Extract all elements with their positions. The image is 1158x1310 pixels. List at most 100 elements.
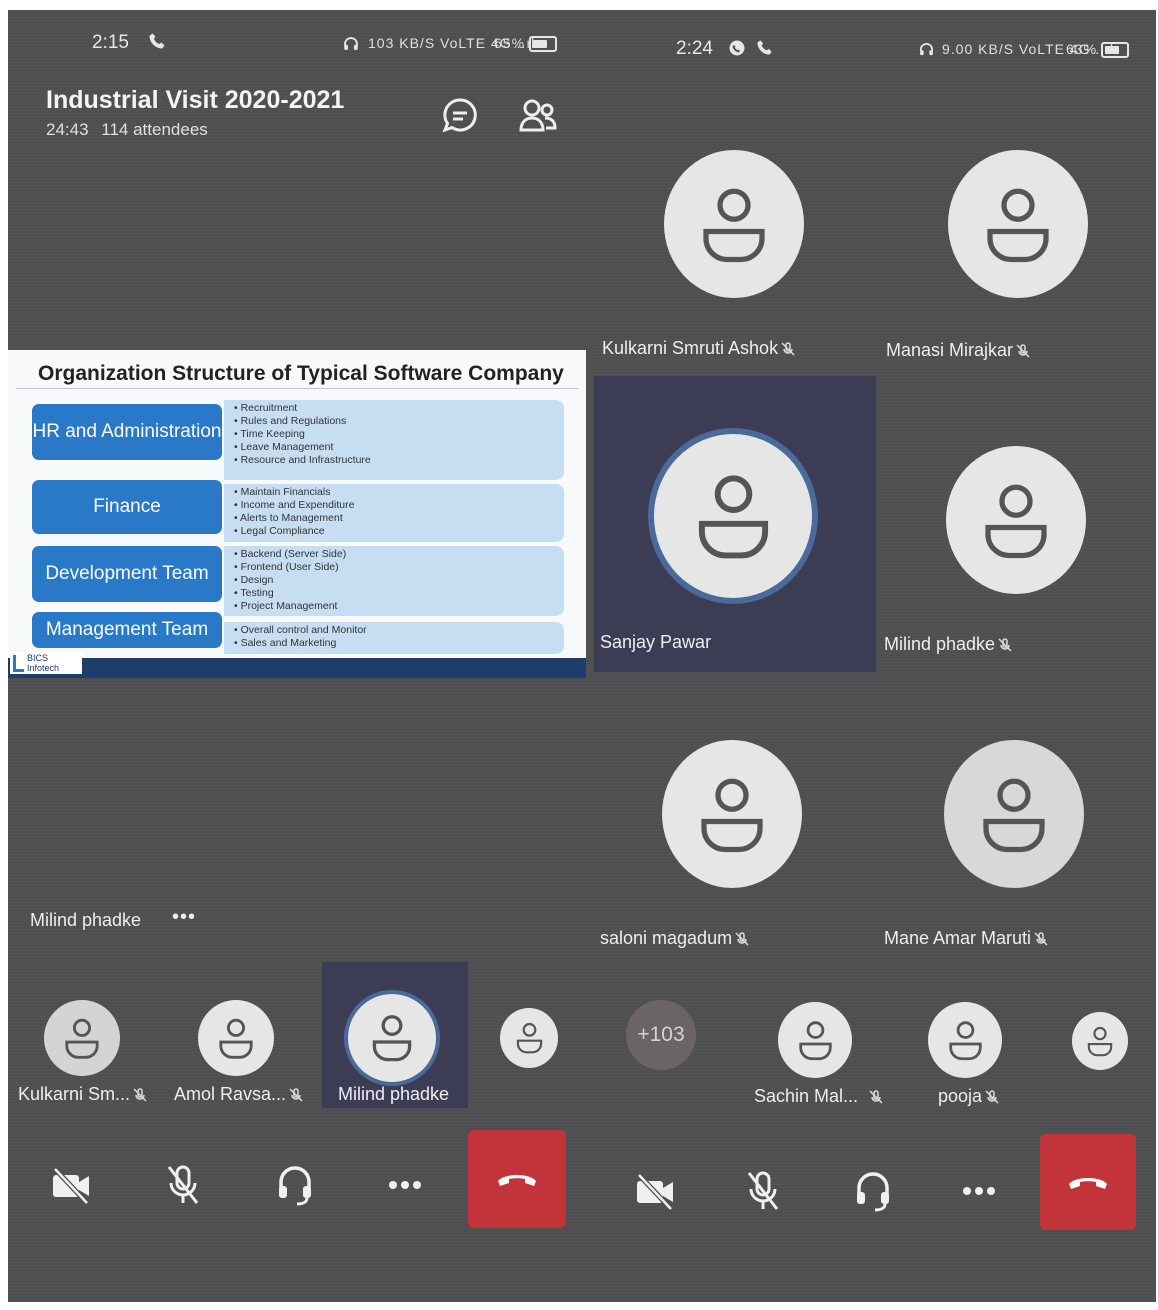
- participant-name-text: Mane Amar Maruti: [884, 928, 1032, 948]
- participant-name-text: saloni magadum: [600, 928, 733, 948]
- strip-name-text: Kulkarni Sm...: [18, 1084, 131, 1104]
- strip-name: Milind phadke: [338, 1084, 449, 1105]
- avatar[interactable]: [944, 740, 1084, 888]
- slide-footer-bar: [8, 658, 586, 678]
- person-icon: [701, 778, 763, 852]
- mic-off-icon: [998, 638, 1012, 652]
- whatsapp-icon: [728, 39, 746, 62]
- end-call-button[interactable]: [468, 1130, 566, 1228]
- avatar[interactable]: [778, 1002, 852, 1078]
- person-icon: [219, 1018, 253, 1059]
- dept-items-finance: Maintain Financials Income and Expenditu…: [224, 484, 564, 542]
- camera-off-button[interactable]: [46, 1160, 96, 1210]
- strip-name-text: Amol Ravsa...: [174, 1084, 287, 1104]
- avatar[interactable]: [948, 150, 1088, 298]
- dept-item: Backend (Server Side): [234, 548, 564, 561]
- audio-device-button-right[interactable]: [848, 1166, 898, 1216]
- battery-icon: [529, 36, 558, 53]
- headset-icon: [342, 35, 360, 58]
- dept-box-finance: Finance: [32, 480, 222, 534]
- mic-off-button-right[interactable]: [738, 1166, 788, 1216]
- end-call-button-right[interactable]: [1040, 1134, 1136, 1230]
- mic-off-icon: [735, 932, 749, 946]
- status-time: 2:15: [92, 32, 129, 53]
- person-icon: [987, 188, 1049, 262]
- strip-name: pooja: [938, 1086, 1000, 1107]
- camera-off-icon: [53, 1167, 89, 1205]
- dept-item: Legal Compliance: [234, 525, 564, 538]
- participant-name: Milind phadke: [884, 634, 1013, 655]
- avatar[interactable]: [664, 150, 804, 298]
- more-options-button-right[interactable]: [954, 1166, 1004, 1216]
- dept-item: Maintain Financials: [234, 486, 564, 499]
- camera-off-button-right[interactable]: [630, 1166, 680, 1216]
- logo-mark-icon: [13, 654, 24, 672]
- person-icon: [703, 188, 765, 262]
- participant-name-text: Manasi Mirajkar: [886, 340, 1014, 360]
- avatar[interactable]: [1072, 1012, 1128, 1070]
- avatar[interactable]: [662, 740, 802, 888]
- status-battery-percent-right: 63%: [1066, 41, 1098, 57]
- status-battery-percent: 65%: [494, 35, 526, 51]
- dept-item: Project Management: [234, 600, 564, 613]
- shared-screen-slide: Organization Structure of Typical Softwa…: [8, 350, 586, 678]
- phone-icon-right: [756, 39, 773, 61]
- camera-off-icon: [637, 1173, 673, 1211]
- audio-device-button[interactable]: [270, 1160, 320, 1210]
- avatar[interactable]: [946, 446, 1086, 594]
- avatar[interactable]: [928, 1002, 1002, 1078]
- person-icon: [983, 778, 1045, 852]
- strip-name-text: pooja: [938, 1086, 983, 1106]
- meeting-meta: 24:43 114 attendees: [46, 120, 208, 140]
- dept-item: Resource and Infrastructure: [234, 454, 564, 467]
- avatar[interactable]: [44, 1000, 120, 1076]
- presenter-more-icon[interactable]: •••: [172, 906, 196, 929]
- more-icon: [389, 1181, 421, 1189]
- presenter-name: Milind phadke: [30, 910, 142, 930]
- meeting-duration: 24:43: [46, 120, 89, 139]
- overflow-participants-button[interactable]: +103: [626, 1000, 696, 1070]
- avatar[interactable]: [198, 1000, 274, 1076]
- status-time-right: 2:24: [676, 38, 713, 59]
- person-icon: [372, 1015, 412, 1062]
- mic-off-icon: [869, 1090, 883, 1104]
- avatar[interactable]: [348, 994, 436, 1082]
- more-options-button[interactable]: [380, 1160, 430, 1210]
- dept-item: Recruitment: [234, 402, 564, 415]
- dept-item: Frontend (User Side): [234, 561, 564, 574]
- person-icon: [516, 1023, 542, 1054]
- headset-icon: [279, 1166, 311, 1206]
- meeting-attendees: 114 attendees: [101, 120, 208, 139]
- mic-off-icon: [133, 1088, 147, 1102]
- person-icon: [1087, 1026, 1113, 1057]
- battery-icon-right: [1101, 42, 1130, 59]
- strip-name-text: Milind phadke: [338, 1084, 450, 1104]
- dept-box-development: Development Team: [32, 546, 222, 602]
- dept-item: Overall control and Monitor: [234, 624, 564, 637]
- avatar[interactable]: [500, 1008, 558, 1068]
- slide-title: Organization Structure of Typical Softwa…: [38, 362, 564, 385]
- dept-item: Design: [234, 574, 564, 587]
- slide-logo: BICS Infotech: [10, 652, 82, 674]
- strip-name: Amol Ravsa...: [174, 1084, 304, 1105]
- slide-logo-text: BICS Infotech: [26, 653, 59, 673]
- headset-icon: [857, 1172, 889, 1212]
- participants-icon[interactable]: [518, 96, 558, 141]
- headset-icon-right: [918, 41, 935, 63]
- mic-off-icon: [1034, 932, 1048, 946]
- mic-off-button[interactable]: [158, 1160, 208, 1210]
- participant-name: Sanjay Pawar: [600, 632, 711, 653]
- chat-icon[interactable]: [440, 96, 480, 141]
- avatar[interactable]: [654, 434, 812, 598]
- dept-box-hr: HR and Administration: [32, 404, 222, 460]
- strip-name-text: Sachin Mal...: [754, 1086, 859, 1106]
- dept-item: Testing: [234, 587, 564, 600]
- participant-name: Manasi Mirajkar: [886, 340, 1031, 361]
- dept-item: Alerts to Management: [234, 512, 564, 525]
- dept-item: Sales and Marketing: [234, 637, 564, 650]
- participant-name-text: Kulkarni Smruti Ashok: [602, 338, 779, 358]
- person-icon: [698, 475, 768, 559]
- person-icon: [985, 484, 1047, 558]
- mic-off-icon: [289, 1088, 303, 1102]
- screenshot-composite: 2:15 103 KB/S VoLTE 4G ..ıl 65% 2:24 9.0…: [8, 10, 1156, 1302]
